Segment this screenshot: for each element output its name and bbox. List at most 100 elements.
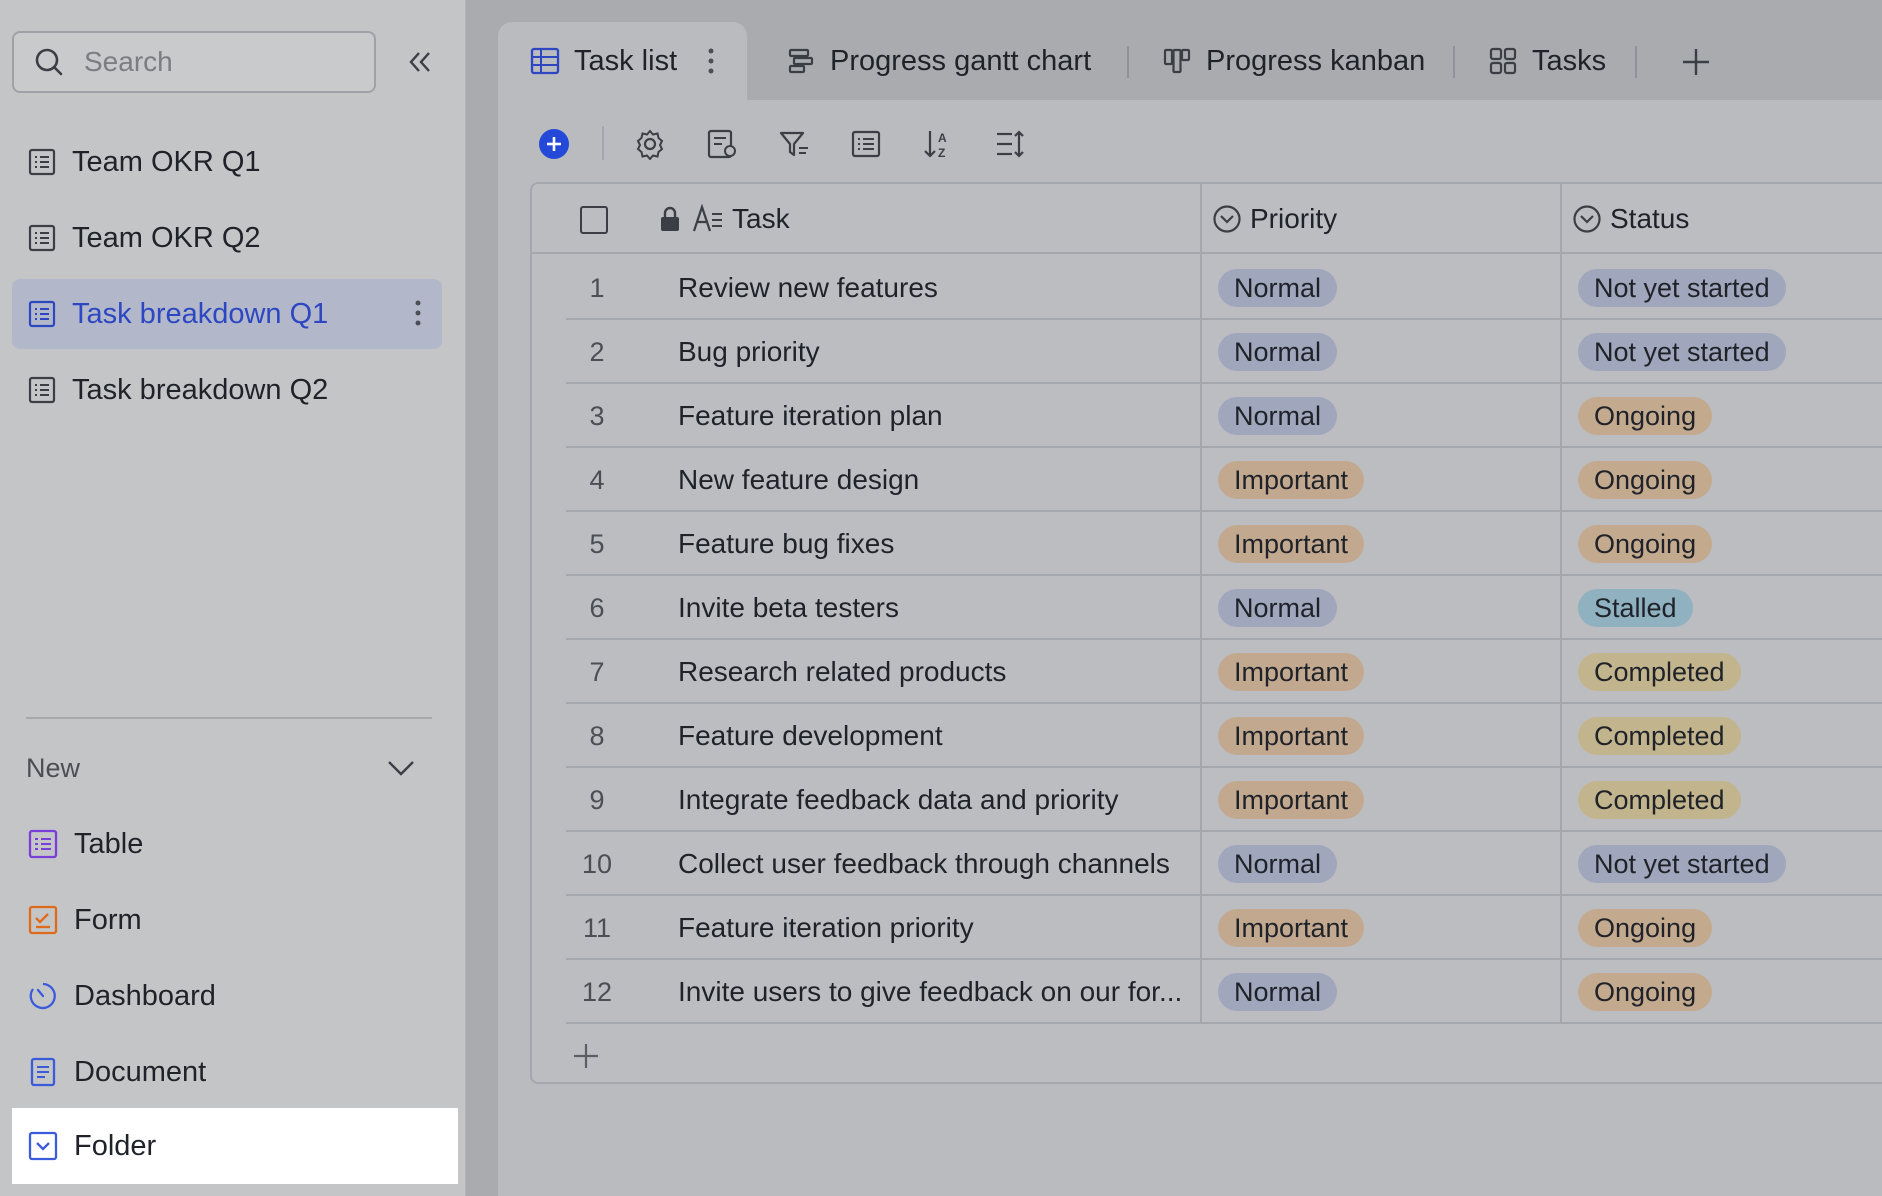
gantt-icon (788, 48, 814, 74)
table-row[interactable]: 9 Integrate feedback data and priority Imp… (566, 768, 1882, 832)
new-item-label: Table (74, 827, 144, 860)
status-tag[interactable]: Completed (1578, 717, 1741, 755)
priority-tag[interactable]: Normal (1218, 397, 1338, 435)
table-row[interactable]: 7 Research related products Important Compl… (566, 640, 1882, 704)
new-form-item[interactable]: Form (12, 882, 458, 958)
sidebar-item-team-okr-q2[interactable]: Team OKR Q2 (12, 203, 442, 273)
sidebar-item-label: Task breakdown Q2 (72, 373, 329, 406)
task-cell[interactable]: Research related products (678, 640, 1238, 704)
status-tag[interactable]: Not yet started (1578, 269, 1786, 307)
sort-az-icon: AZ (924, 131, 947, 160)
row-number: 8 (589, 720, 605, 751)
priority-tag[interactable]: Important (1218, 717, 1365, 755)
sidebar-item-task-breakdown-q1[interactable]: Task breakdown Q1 (12, 279, 442, 349)
new-table-item[interactable]: Table (12, 806, 458, 882)
single-select-icon (1213, 205, 1241, 233)
new-section-toggle[interactable]: New (26, 748, 416, 788)
collapse-sidebar-button[interactable] (400, 42, 440, 82)
add-record-button[interactable] (536, 126, 572, 162)
task-cell[interactable]: Feature iteration plan (678, 384, 1238, 448)
tab-label: Task list (574, 44, 678, 77)
tab-task-list[interactable]: Task list (498, 22, 748, 100)
sidebar-item-team-okr-q1[interactable]: Team OKR Q1 (12, 127, 442, 197)
sort-button[interactable]: AZ (920, 126, 956, 162)
priority-tag[interactable]: Important (1218, 653, 1365, 691)
status-tag[interactable]: Not yet started (1578, 333, 1786, 371)
priority-tag[interactable]: Important (1218, 525, 1365, 563)
table-row[interactable]: 12 Invite users to give feedback on our f… (566, 960, 1882, 1024)
status-tag[interactable]: Ongoing (1578, 397, 1713, 435)
table-row[interactable]: 11 Feature iteration priority Important Ong… (566, 896, 1882, 960)
form-icon (28, 905, 58, 935)
table-icon (28, 300, 56, 328)
priority-tag[interactable]: Important (1218, 909, 1365, 947)
priority-tag[interactable]: Normal (1218, 973, 1338, 1011)
svg-text:A: A (938, 131, 947, 145)
more-vertical-icon[interactable] (707, 46, 715, 76)
task-cell[interactable]: Integrate feedback data and priority (678, 768, 1238, 832)
column-header-task[interactable]: Task (658, 184, 790, 254)
grid-table-icon (530, 47, 560, 75)
new-dashboard-item[interactable]: Dashboard (12, 958, 458, 1034)
priority-tag[interactable]: Normal (1218, 269, 1338, 307)
select-all-checkbox[interactable] (580, 206, 608, 234)
tab-tasks[interactable]: Tasks (1488, 22, 1606, 100)
column-header-status[interactable]: Status (1572, 184, 1689, 254)
row-number: 11 (582, 912, 612, 943)
new-folder-item[interactable]: Folder (12, 1108, 458, 1184)
task-cell[interactable]: Invite beta testers (678, 576, 1238, 640)
status-tag[interactable]: Completed (1578, 781, 1741, 819)
table-row[interactable]: 4 New feature design Important Ongoing (566, 448, 1882, 512)
dashboard-icon (29, 982, 56, 1010)
document-icon (30, 1057, 56, 1087)
status-tag[interactable]: Not yet started (1578, 845, 1786, 883)
table-row[interactable]: 5 Feature bug fixes Important Ongoing (566, 512, 1882, 576)
status-tag[interactable]: Completed (1578, 653, 1741, 691)
field-settings-button[interactable] (704, 126, 740, 162)
priority-tag[interactable]: Normal (1218, 589, 1338, 627)
status-tag[interactable]: Stalled (1578, 589, 1693, 627)
tab-separator (1127, 46, 1129, 78)
task-cell[interactable]: Feature bug fixes (678, 512, 1238, 576)
table-row[interactable]: 3 Feature iteration plan Normal Ongoing (566, 384, 1882, 448)
add-view-button[interactable] (1676, 42, 1716, 82)
table-row[interactable]: 10 Collect user feedback through channels… (566, 832, 1882, 896)
table-header: Task Priority Status (532, 184, 1882, 254)
status-tag[interactable]: Ongoing (1578, 973, 1713, 1011)
search-input[interactable]: Search (12, 31, 376, 93)
new-item-label: Document (74, 1055, 207, 1088)
priority-tag[interactable]: Important (1218, 461, 1365, 499)
add-row-button[interactable] (566, 1036, 606, 1076)
settings-button[interactable] (632, 126, 668, 162)
table-row[interactable]: 2 Bug priority Normal Not yet started (566, 320, 1882, 384)
tab-label: Tasks (1532, 44, 1607, 77)
list-group-icon (851, 130, 881, 158)
table-row[interactable]: 6 Invite beta testers Normal Stalled (566, 576, 1882, 640)
status-tag[interactable]: Ongoing (1578, 461, 1713, 499)
task-cell[interactable]: Review new features (678, 256, 1238, 320)
row-number: 1 (589, 272, 605, 303)
tab-separator (1635, 46, 1637, 78)
tab-progress-gantt-chart[interactable]: Progress gantt chart (786, 22, 1091, 100)
row-height-button[interactable] (992, 126, 1028, 162)
status-tag[interactable]: Ongoing (1578, 525, 1713, 563)
task-cell[interactable]: New feature design (678, 448, 1238, 512)
task-cell[interactable]: Bug priority (678, 320, 1238, 384)
more-vertical-icon[interactable] (414, 297, 422, 329)
filter-button[interactable] (776, 126, 812, 162)
status-tag[interactable]: Ongoing (1578, 909, 1713, 947)
new-document-item[interactable]: Document (12, 1034, 458, 1110)
task-cell[interactable]: Feature iteration priority (678, 896, 1238, 960)
priority-tag[interactable]: Important (1218, 781, 1365, 819)
task-cell[interactable]: Collect user feedback through channels (678, 832, 1238, 896)
task-cell[interactable]: Feature development (678, 704, 1238, 768)
table-row[interactable]: 1 Review new features Normal Not yet starte… (566, 256, 1882, 320)
sidebar-item-task-breakdown-q2[interactable]: Task breakdown Q2 (12, 355, 442, 425)
priority-tag[interactable]: Normal (1218, 845, 1338, 883)
priority-tag[interactable]: Normal (1218, 333, 1338, 371)
tab-progress-kanban[interactable]: Progress kanban (1162, 22, 1425, 100)
table-row[interactable]: 8 Feature development Important Completed (566, 704, 1882, 768)
column-header-priority[interactable]: Priority (1212, 184, 1337, 254)
task-cell[interactable]: Invite users to give feedback on our for… (678, 960, 1238, 1024)
group-button[interactable] (848, 126, 884, 162)
